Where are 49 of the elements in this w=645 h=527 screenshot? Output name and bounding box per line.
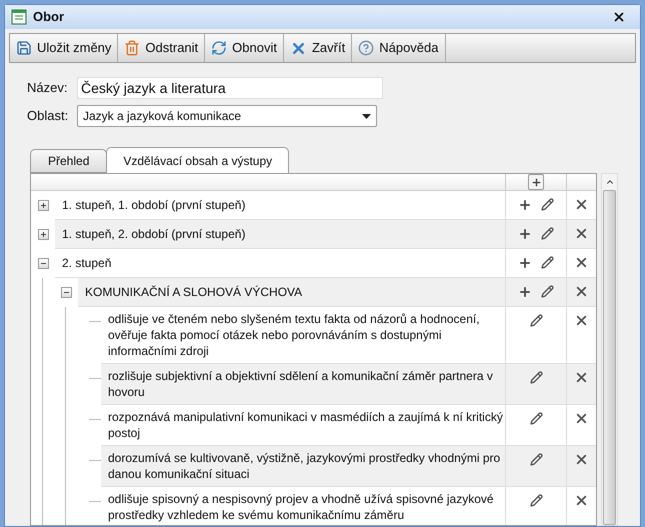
- field-label: Oblast:: [27, 107, 70, 126]
- expand-toggle[interactable]: [38, 229, 48, 240]
- dropdown-arrow-icon: [362, 114, 371, 118]
- add-icon[interactable]: [518, 227, 532, 241]
- toolbar-button[interactable]: Odstranit: [118, 34, 206, 62]
- collapse-toggle[interactable]: [38, 258, 48, 269]
- toolbar-button[interactable]: Zavřít: [284, 34, 352, 62]
- tree-node-label[interactable]: 2. stupeň: [55, 249, 506, 277]
- outcome-text: dorozumívá se kultivovaně, výstižně, jazykovými prostředky vhodnými pro danou komunikační situaci: [107, 450, 502, 483]
- outcome-text: rozlišuje subjektivní a objektivní sdělení a komunikační záměr partnera v hovoru: [107, 368, 494, 401]
- trash-icon: [124, 40, 140, 56]
- plus-icon: [40, 231, 46, 238]
- edit-icon[interactable]: [530, 314, 543, 327]
- tab[interactable]: Vzdělávací obsah a výstupy: [106, 147, 290, 174]
- edit-icon[interactable]: [530, 494, 543, 507]
- add-icon[interactable]: [518, 256, 532, 270]
- tree-node-label[interactable]: 1. stupeň, 1. období (první stupeň): [55, 191, 506, 219]
- toolbar-button[interactable]: Nápověda: [352, 34, 446, 62]
- refresh-icon: [211, 40, 228, 56]
- edit-icon[interactable]: [541, 256, 554, 269]
- tab[interactable]: Přehled: [30, 149, 108, 173]
- plus-icon: [40, 202, 46, 209]
- outcome-text: odlišuje ve čteném nebo slyšeném textu fakta od názorů a hodnocení, ověřuje fakta pomocí otázek nebo porovnáváním s dostupnými informačními zdroji: [107, 311, 481, 360]
- window-icon: [11, 9, 27, 25]
- edit-icon[interactable]: [530, 453, 543, 466]
- add-icon[interactable]: [518, 285, 532, 299]
- outcome-text: rozpoznává manipulativní komunikaci v masmédiích a zaujímá k ní kritický postoj: [107, 409, 504, 442]
- add-icon[interactable]: [518, 198, 532, 212]
- edit-icon[interactable]: [541, 227, 554, 240]
- toolbar-button[interactable]: Uložit změny: [10, 34, 118, 62]
- field-label: Název:: [27, 79, 68, 98]
- minus-icon: [40, 260, 46, 267]
- close-icon[interactable]: [612, 10, 626, 24]
- add-button[interactable]: [528, 174, 544, 190]
- plus-icon: [530, 176, 542, 188]
- collapse-toggle[interactable]: [60, 287, 72, 298]
- area-dropdown[interactable]: Jazyk a jazyková komunikace: [77, 105, 377, 127]
- edit-icon[interactable]: [541, 198, 554, 211]
- edit-icon[interactable]: [541, 285, 554, 298]
- edit-icon[interactable]: [530, 412, 543, 425]
- name-field[interactable]: Český jazyk a literatura: [77, 77, 383, 99]
- scrollbar[interactable]: [601, 173, 618, 526]
- minus-icon: [62, 289, 70, 296]
- help-icon: [358, 40, 374, 56]
- edit-icon[interactable]: [530, 371, 543, 384]
- expand-toggle[interactable]: [38, 200, 48, 211]
- toolbar-button[interactable]: Obnovit: [205, 34, 284, 62]
- outcome-text: odlišuje spisovný a nespisovný projev a vhodně užívá spisovné jazykové prostředky vzhledem ke svému komunikačnímu záměru: [107, 491, 495, 524]
- window-title: Obor: [33, 8, 64, 26]
